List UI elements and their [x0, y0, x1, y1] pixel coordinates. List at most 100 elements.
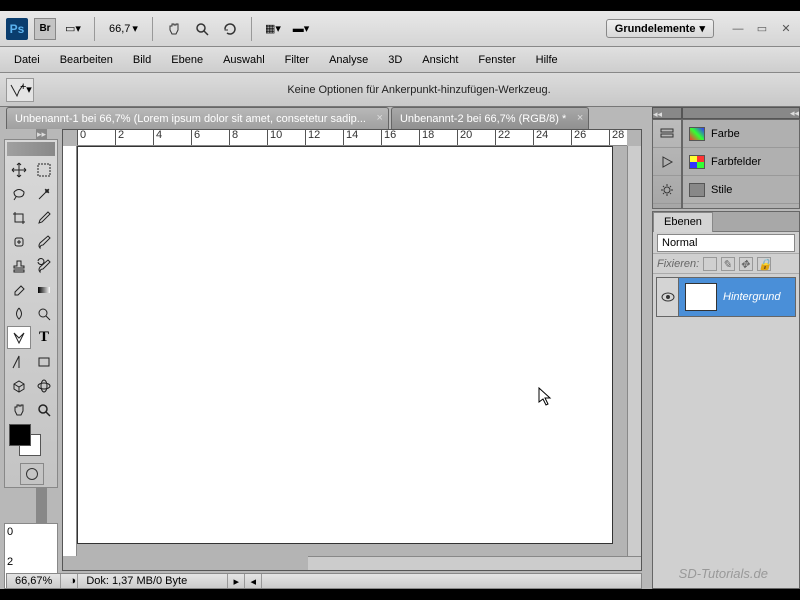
layer-name: Hintergrund — [723, 291, 795, 303]
panel-stile[interactable]: Stile — [683, 176, 799, 204]
actions-icon[interactable] — [653, 148, 681, 176]
menu-bar: Datei Bearbeiten Bild Ebene Auswahl Filt… — [0, 47, 800, 73]
tool-crop[interactable] — [7, 206, 31, 229]
ps-logo-icon[interactable]: Ps — [6, 18, 28, 40]
tools-header[interactable] — [7, 142, 55, 156]
tool-eraser[interactable] — [7, 278, 31, 301]
zoom-value: 66,7 — [109, 23, 130, 35]
ruler-vertical[interactable] — [63, 146, 77, 556]
menu-bild[interactable]: Bild — [123, 50, 161, 70]
zoom-icon[interactable] — [191, 18, 213, 40]
stile-label: Stile — [711, 184, 732, 196]
tool-3d-camera[interactable] — [32, 374, 56, 397]
close-button[interactable]: ✕ — [778, 22, 794, 36]
tool-eyedropper[interactable] — [32, 206, 56, 229]
farbfelder-label: Farbfelder — [711, 156, 761, 168]
lock-pixels-icon[interactable]: ✎ — [721, 257, 735, 271]
status-zoom[interactable]: 66,67% — [7, 574, 61, 588]
layout-dropdown-icon[interactable]: ▭▾ — [62, 18, 84, 40]
arrange-icon[interactable]: ▦▾ — [262, 18, 284, 40]
status-doc[interactable]: Dok: 1,37 MB/0 Byte — [78, 574, 228, 588]
workspace-label: Grundelemente — [615, 23, 696, 35]
status-bar: 66,67% ◑ Dok: 1,37 MB/0 Byte ▸ ◂ — [6, 573, 642, 589]
tool-gradient[interactable] — [32, 278, 56, 301]
bridge-button[interactable]: Br — [34, 18, 56, 40]
swatches-icon — [689, 155, 705, 169]
ruler-horizontal[interactable]: 024681012141618202224262830 — [77, 130, 627, 146]
lock-label: Fixieren: — [657, 258, 699, 270]
lock-row: Fixieren: ✎ ✥ 🔒 — [653, 254, 799, 274]
quickmask-button[interactable] — [20, 463, 44, 485]
tools-panel: T — [4, 139, 58, 488]
lock-position-icon[interactable]: ✥ — [739, 257, 753, 271]
tool-shape[interactable] — [32, 350, 56, 373]
layer-item[interactable]: Hintergrund — [656, 277, 796, 317]
panel-farbe[interactable]: Farbe — [683, 120, 799, 148]
menu-datei[interactable]: Datei — [4, 50, 50, 70]
rotate-icon[interactable] — [219, 18, 241, 40]
tool-path[interactable] — [7, 350, 31, 373]
minimize-button[interactable]: — — [730, 22, 746, 36]
tool-wand[interactable] — [32, 182, 56, 205]
menu-hilfe[interactable]: Hilfe — [526, 50, 568, 70]
status-arrow2-icon[interactable]: ◂ — [245, 574, 262, 588]
options-bar: +▾ Keine Optionen für Ankerpunkt-hinzufü… — [0, 73, 800, 107]
lock-all-icon[interactable]: 🔒 — [757, 257, 771, 271]
lock-transparency-icon[interactable] — [703, 257, 717, 271]
menu-analyse[interactable]: Analyse — [319, 50, 378, 70]
layers-tabs: Ebenen — [653, 212, 799, 232]
tool-type[interactable]: T — [32, 326, 56, 349]
blend-mode-select[interactable]: Normal — [657, 234, 795, 252]
maximize-button[interactable]: ▭ — [754, 22, 770, 36]
tool-hand[interactable] — [7, 398, 31, 421]
menu-bearbeiten[interactable]: Bearbeiten — [50, 50, 123, 70]
current-tool-icon[interactable]: +▾ — [6, 78, 34, 102]
workspace-switcher[interactable]: Grundelemente▾ — [606, 19, 714, 38]
menu-fenster[interactable]: Fenster — [468, 50, 525, 70]
menu-auswahl[interactable]: Auswahl — [213, 50, 275, 70]
status-icon[interactable]: ◑ — [61, 574, 78, 588]
blend-mode-row: Normal — [653, 232, 799, 254]
tool-marquee[interactable] — [32, 158, 56, 181]
panel-collapse-bars[interactable]: ◂◂ ◂◂ — [652, 107, 800, 119]
foreground-color-swatch[interactable] — [9, 424, 31, 446]
tool-lasso[interactable] — [7, 182, 31, 205]
zoom-field[interactable]: 66,7 ▾ — [105, 22, 142, 35]
tool-history-brush[interactable] — [32, 254, 56, 277]
tool-3d[interactable] — [7, 374, 31, 397]
menu-ebene[interactable]: Ebene — [161, 50, 213, 70]
right-panels: ◂◂ ◂◂ Farbe Farbfelder Stil — [652, 107, 800, 589]
canvas[interactable] — [78, 147, 612, 543]
menu-filter[interactable]: Filter — [275, 50, 319, 70]
panel-farbfelder[interactable]: Farbfelder — [683, 148, 799, 176]
tool-blur[interactable] — [7, 302, 31, 325]
tab-1-label: Unbenannt-1 bei 66,7% (Lorem ipsum dolor… — [15, 113, 366, 125]
scrollbar-horizontal[interactable] — [308, 556, 641, 570]
color-swatches[interactable] — [7, 424, 56, 458]
tool-move[interactable] — [7, 158, 31, 181]
gear-icon[interactable] — [653, 176, 681, 204]
tool-pen[interactable] — [7, 326, 31, 349]
menu-3d[interactable]: 3D — [378, 50, 412, 70]
menu-ansicht[interactable]: Ansicht — [412, 50, 468, 70]
tab-1-close-icon[interactable]: × — [377, 112, 383, 124]
document-tab-2[interactable]: Unbenannt-2 bei 66,7% (RGB/8) * × — [391, 107, 589, 129]
canvas-area: 024681012141618202224262830 — [62, 129, 642, 571]
tool-dodge[interactable] — [32, 302, 56, 325]
visibility-icon[interactable] — [657, 278, 679, 316]
scrollbar-vertical[interactable] — [627, 146, 641, 556]
palette-icon — [689, 127, 705, 141]
tool-heal[interactable] — [7, 230, 31, 253]
tool-brush[interactable] — [32, 230, 56, 253]
status-arrow-icon[interactable]: ▸ — [228, 574, 245, 588]
document-tab-1[interactable]: Unbenannt-1 bei 66,7% (Lorem ipsum dolor… — [6, 107, 389, 129]
tool-stamp[interactable] — [7, 254, 31, 277]
history-icon[interactable] — [653, 120, 681, 148]
tab-2-close-icon[interactable]: × — [577, 112, 583, 124]
hand-icon[interactable] — [163, 18, 185, 40]
tool-zoom[interactable] — [32, 398, 56, 421]
layer-thumbnail[interactable] — [685, 283, 717, 311]
tab-ebenen[interactable]: Ebenen — [653, 212, 713, 232]
panel-list: Farbe Farbfelder Stile — [682, 119, 800, 209]
screen-mode-icon[interactable]: ▬▾ — [290, 18, 312, 40]
